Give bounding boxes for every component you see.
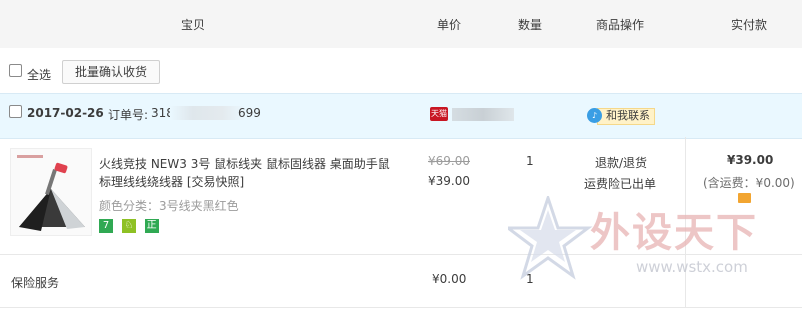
product-title[interactable]: 火线竞技 NEW3 3号 鼠标线夹 鼠标固线器 桌面助手鼠标理线线绕线器 [交易…	[99, 155, 399, 191]
chat-bubble-icon: ♪	[587, 108, 602, 123]
select-all-checkbox[interactable]	[9, 64, 22, 77]
header-item: 宝贝	[181, 18, 206, 32]
mouse-bungee-image	[11, 149, 91, 235]
total-paid: ¥39.00	[727, 153, 774, 167]
payment-card-icon[interactable]	[738, 193, 751, 203]
bottom-border	[0, 307, 802, 308]
authentic-icon[interactable]: 正	[144, 219, 159, 233]
seven-day-return-icon[interactable]: 7	[99, 219, 113, 233]
guarantee-icon[interactable]: ♘	[121, 219, 136, 233]
order-number-label: 订单号:	[108, 108, 149, 122]
shipping-insurance-status: 运费险已出单	[584, 177, 657, 191]
order-number-blur	[170, 106, 245, 120]
header-paid: 实付款	[731, 18, 768, 32]
order-checkbox[interactable]	[9, 105, 22, 118]
unit-price: ¥39.00	[428, 174, 470, 188]
service-badges: 7 ♘ 正	[99, 219, 164, 233]
refund-link[interactable]: 退款/退货	[595, 154, 647, 171]
insurance-label: 保险服务	[11, 276, 60, 290]
insurance-price: ¥0.00	[432, 272, 467, 286]
shipping-note: (含运费：¥0.00)	[703, 176, 795, 190]
order-date: 2017-02-26	[27, 106, 104, 120]
header-unit-price: 单价	[437, 18, 462, 32]
column-divider	[685, 137, 686, 308]
select-all-label[interactable]: 全选	[27, 66, 51, 83]
quantity: 1	[526, 154, 534, 168]
batch-confirm-button[interactable]: 批量确认收货	[62, 60, 160, 84]
product-color: 颜色分类：3号线夹黑红色	[99, 199, 239, 213]
table-header: 宝贝 单价 数量 商品操作 实付款	[0, 0, 802, 49]
watermark-url: www.wstx.com	[636, 258, 748, 276]
header-actions: 商品操作	[596, 18, 645, 32]
header-quantity: 数量	[518, 18, 543, 32]
tmall-icon[interactable]: 天猫	[430, 107, 448, 121]
store-name-blur[interactable]	[452, 108, 514, 121]
product-thumbnail[interactable]	[10, 148, 92, 236]
order-number-tail: 699	[238, 106, 261, 120]
insurance-quantity: 1	[526, 272, 534, 286]
contact-label: 和我联系	[597, 108, 655, 125]
original-price: ¥69.00	[428, 154, 470, 168]
